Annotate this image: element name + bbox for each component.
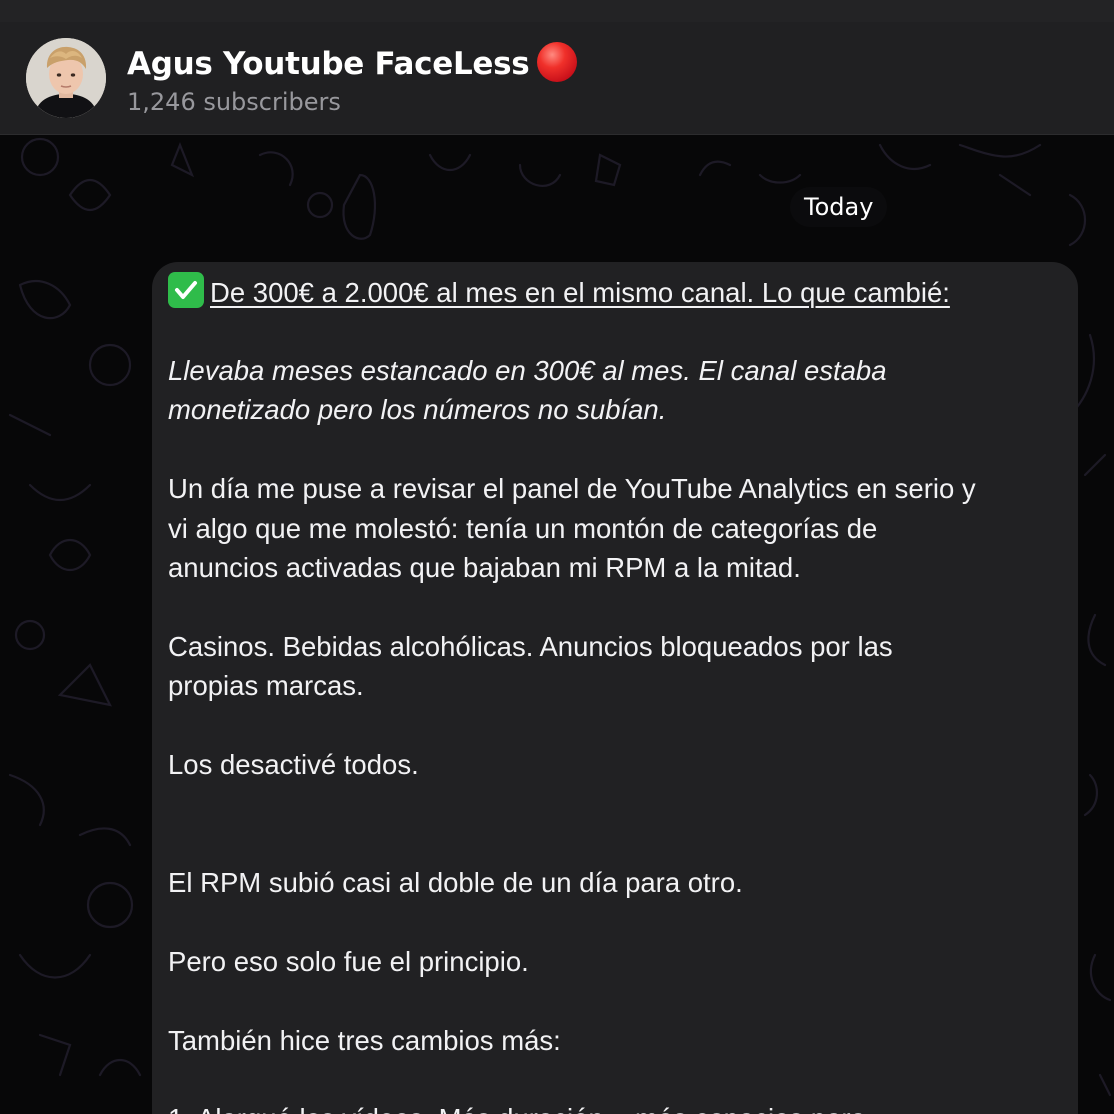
message-title: De 300€ a 2.000€ al mes en el mismo cana… bbox=[168, 272, 1068, 313]
message-paragraph-4: Los desactivé todos. bbox=[168, 749, 419, 780]
message-paragraph-8-partial: 1. Alargué los vídeos. Más duración = má… bbox=[168, 1099, 1068, 1114]
channel-name-text: Agus Youtube FaceLess bbox=[127, 46, 530, 82]
telegram-channel-screen: Agus Youtube FaceLess 1,246 subscribers bbox=[0, 0, 1114, 1114]
channel-title[interactable]: Agus Youtube FaceLess bbox=[127, 42, 578, 82]
message-paragraph-6: Pero eso solo fue el principio. bbox=[168, 946, 529, 977]
message-paragraph-2-line-3: anuncios activadas que bajaban mi RPM a … bbox=[168, 552, 801, 583]
message-intro-line-2: monetizado pero los números no subían. bbox=[168, 394, 667, 425]
message-paragraph-2-line-2: vi algo que me molestó: tenía un montón … bbox=[168, 513, 878, 544]
message-paragraph-5: El RPM subió casi al doble de un día par… bbox=[168, 867, 743, 898]
red-circle-icon bbox=[537, 42, 578, 82]
message-intro-line-1: Llevaba meses estancado en 300€ al mes. … bbox=[168, 355, 887, 386]
check-mark-button-icon bbox=[168, 272, 204, 308]
window-top-bar bbox=[0, 0, 1114, 24]
date-separator: Today bbox=[790, 187, 888, 227]
channel-avatar[interactable] bbox=[26, 38, 106, 118]
message-paragraph-3-line-1: Casinos. Bebidas alcohólicas. Anuncios b… bbox=[168, 631, 893, 662]
channel-header[interactable]: Agus Youtube FaceLess 1,246 subscribers bbox=[0, 22, 1114, 135]
message-paragraph-3-line-2: propias marcas. bbox=[168, 670, 364, 701]
message-title-text: De 300€ a 2.000€ al mes en el mismo cana… bbox=[210, 277, 950, 308]
message-paragraph-2-line-1: Un día me puse a revisar el panel de You… bbox=[168, 473, 976, 504]
subscriber-count: 1,246 subscribers bbox=[127, 88, 341, 116]
message-paragraph-7: También hice tres cambios más: bbox=[168, 1025, 561, 1056]
